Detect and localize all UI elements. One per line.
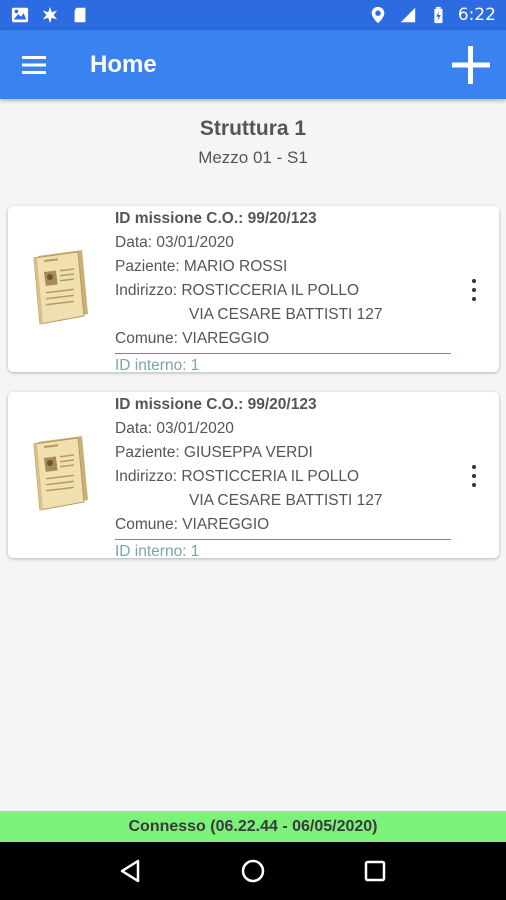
mission-patient: Paziente: GIUSEPPA VERDI bbox=[115, 444, 313, 461]
mission-internal-id: ID interno: 1 bbox=[115, 543, 200, 560]
status-left-icons bbox=[10, 5, 90, 25]
mission-internal-id: ID interno: 1 bbox=[115, 357, 200, 374]
debug-icon bbox=[40, 5, 60, 25]
connection-status-bar: Connesso (06.22.44 - 06/05/2020) bbox=[0, 811, 506, 842]
battery-icon bbox=[428, 5, 448, 25]
add-mission-button[interactable] bbox=[448, 42, 494, 88]
status-right-icons: 6:22 bbox=[368, 5, 496, 25]
signal-icon bbox=[398, 5, 418, 25]
home-button[interactable] bbox=[233, 851, 273, 891]
navigation-bar bbox=[0, 842, 506, 900]
status-bar: 6:22 bbox=[0, 0, 506, 30]
back-button[interactable] bbox=[111, 851, 151, 891]
app-bar: Home bbox=[0, 30, 506, 99]
more-options-button[interactable] bbox=[465, 276, 483, 304]
sd-card-icon bbox=[70, 5, 90, 25]
menu-icon bbox=[22, 55, 46, 74]
recents-icon bbox=[364, 860, 386, 882]
document-icon bbox=[33, 436, 88, 511]
more-vert-icon bbox=[472, 465, 476, 469]
home-icon bbox=[241, 859, 265, 883]
mission-address-2-text: VIA CESARE BATTISTI 127 bbox=[189, 492, 383, 509]
mission-id: ID missione C.O.: 99/20/123 bbox=[115, 210, 317, 227]
location-icon bbox=[368, 5, 388, 25]
mission-details: ID missione C.O.: 99/20/123 Data: 03/01/… bbox=[115, 393, 455, 564]
more-vert-icon bbox=[472, 279, 476, 283]
menu-button[interactable] bbox=[0, 30, 70, 99]
recents-button[interactable] bbox=[355, 851, 395, 891]
mission-card[interactable]: ID missione C.O.: 99/20/123 Data: 03/01/… bbox=[8, 206, 499, 374]
photo-icon bbox=[10, 5, 30, 25]
mission-date: Data: 03/01/2020 bbox=[115, 420, 234, 437]
mission-address-1: Indirizzo: ROSTICCERIA IL POLLO bbox=[115, 282, 360, 299]
mission-address-2: VIA CESARE BATTISTI 127 bbox=[115, 303, 455, 327]
plus-icon bbox=[452, 46, 490, 84]
mission-details: ID missione C.O.: 99/20/123 Data: 03/01/… bbox=[115, 207, 455, 378]
status-time: 6:22 bbox=[457, 5, 496, 25]
mezzo-subtitle: Mezzo 01 - S1 bbox=[198, 148, 308, 167]
page-header: Struttura 1 Mezzo 01 - S1 bbox=[0, 114, 506, 168]
mission-comune: Comune: VIAREGGIO bbox=[115, 330, 270, 347]
app-title: Home bbox=[90, 50, 157, 78]
mission-comune: Comune: VIAREGGIO bbox=[115, 516, 270, 533]
mission-patient: Paziente: MARIO ROSSI bbox=[115, 258, 288, 275]
mission-address-1: Indirizzo: ROSTICCERIA IL POLLO bbox=[115, 468, 360, 485]
mission-date: Data: 03/01/2020 bbox=[115, 234, 234, 251]
mission-card[interactable]: ID missione C.O.: 99/20/123 Data: 03/01/… bbox=[8, 392, 499, 560]
mission-address-2: VIA CESARE BATTISTI 127 bbox=[115, 489, 455, 513]
mission-address-2-text: VIA CESARE BATTISTI 127 bbox=[189, 306, 383, 323]
mission-id: ID missione C.O.: 99/20/123 bbox=[115, 396, 317, 413]
struttura-title: Struttura 1 bbox=[199, 117, 307, 140]
back-icon bbox=[120, 859, 140, 883]
more-options-button[interactable] bbox=[465, 462, 483, 490]
document-icon bbox=[33, 250, 88, 325]
